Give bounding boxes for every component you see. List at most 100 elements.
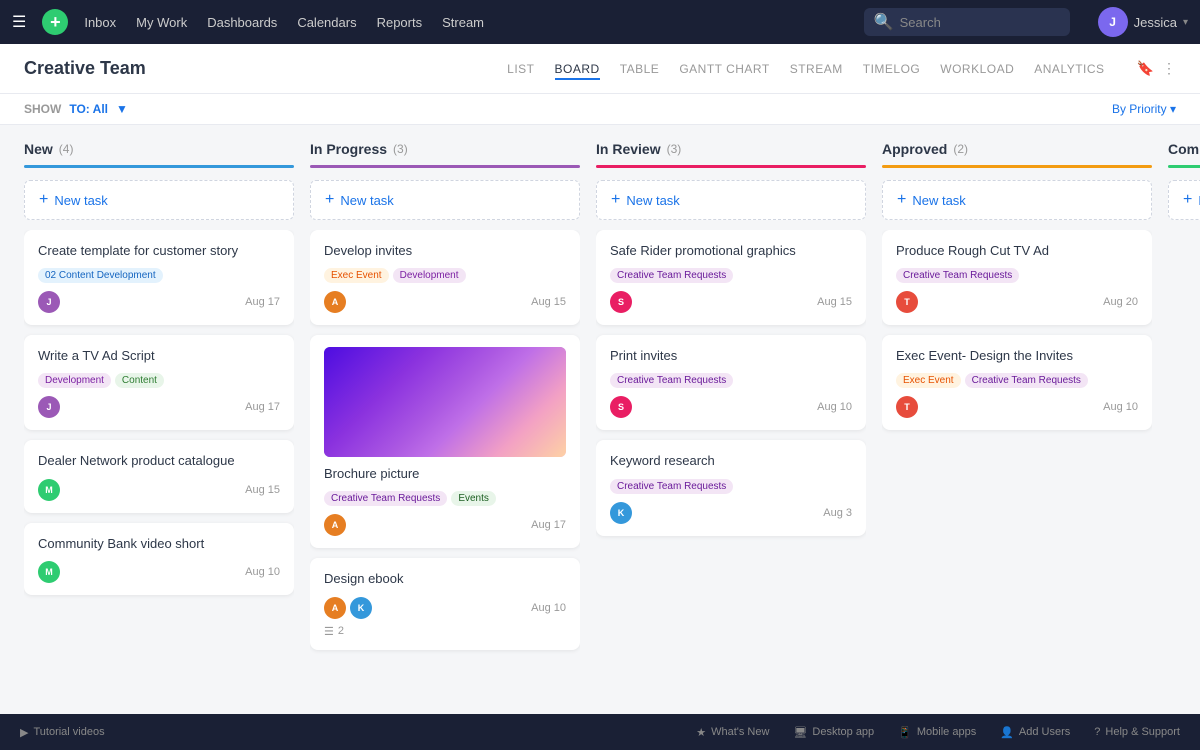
column-header-new: New (4)	[24, 141, 294, 168]
tab-workload[interactable]: WORKLOAD	[940, 58, 1014, 80]
task-card[interactable]: Create template for customer story02 Con…	[24, 230, 294, 325]
task-tag[interactable]: Exec Event	[324, 268, 389, 283]
tasks-list-in-progress: Develop invitesExec EventDevelopment A A…	[310, 230, 580, 698]
task-tags: Creative Team Requests	[896, 268, 1138, 283]
task-tag[interactable]: Creative Team Requests	[965, 373, 1088, 388]
task-tag[interactable]: Creative Team Requests	[610, 373, 733, 388]
avatar: J	[38, 396, 60, 418]
task-card[interactable]: Keyword researchCreative Team Requests K…	[596, 440, 866, 535]
column-indicator	[596, 165, 866, 168]
task-tags: Creative Team Requests	[610, 479, 852, 494]
top-navigation: ☰ + Inbox My Work Dashboards Calendars R…	[0, 0, 1200, 44]
column-indicator	[24, 165, 294, 168]
tab-analytics[interactable]: ANALYTICS	[1034, 58, 1104, 80]
task-card[interactable]: Print invitesCreative Team Requests S Au…	[596, 335, 866, 430]
task-date: Aug 17	[245, 401, 280, 413]
user-menu[interactable]: J Jessica ▾	[1098, 7, 1188, 37]
new-task-button-completed[interactable]: +New ta...	[1168, 180, 1200, 220]
whats-new-button[interactable]: ★ What's New	[696, 726, 769, 739]
filter-to-all[interactable]: TO: All	[69, 102, 108, 116]
tab-timelog[interactable]: TIMELOG	[863, 58, 921, 80]
task-card[interactable]: Dealer Network product catalogue M Aug 1…	[24, 440, 294, 512]
help-support-button[interactable]: ? Help & Support	[1094, 726, 1180, 738]
nav-calendars[interactable]: Calendars	[297, 15, 356, 30]
nav-items: Inbox My Work Dashboards Calendars Repor…	[84, 15, 484, 30]
task-date: Aug 15	[245, 484, 280, 496]
nav-dashboards[interactable]: Dashboards	[207, 15, 277, 30]
task-tag[interactable]: Events	[451, 491, 496, 506]
avatar: M	[38, 561, 60, 583]
task-card[interactable]: Community Bank video short M Aug 10	[24, 523, 294, 595]
play-icon: ▶	[20, 726, 28, 739]
task-tag[interactable]: Development	[393, 268, 466, 283]
task-footer: S Aug 10	[610, 396, 852, 418]
desktop-icon: 🖥	[793, 726, 807, 739]
task-avatars: M	[38, 561, 60, 583]
tasks-list-completed	[1168, 230, 1200, 698]
task-footer: K Aug 3	[610, 502, 852, 524]
mobile-apps-button[interactable]: 📱 Mobile apps	[898, 726, 976, 739]
avatar: M	[38, 479, 60, 501]
task-card[interactable]: Produce Rough Cut TV AdCreative Team Req…	[882, 230, 1152, 325]
tab-gantt-chart[interactable]: GANTT CHART	[679, 58, 769, 80]
column-indicator	[1168, 165, 1200, 168]
nav-reports[interactable]: Reports	[377, 15, 423, 30]
hamburger-icon[interactable]: ☰	[12, 12, 26, 32]
task-avatars: T	[896, 291, 918, 313]
filter-show-label: SHOW	[24, 102, 61, 116]
filter-icon[interactable]: ▼	[116, 102, 128, 116]
tab-board[interactable]: BOARD	[555, 58, 600, 80]
task-date: Aug 10	[531, 602, 566, 614]
add-users-button[interactable]: 👤 Add Users	[1000, 726, 1070, 739]
task-subtask-count: ☰ 2	[324, 625, 566, 638]
sort-priority-button[interactable]: By Priority ▾	[1112, 102, 1176, 116]
task-card[interactable]: Develop invitesExec EventDevelopment A A…	[310, 230, 580, 325]
task-avatars: A	[324, 514, 346, 536]
task-image	[324, 347, 566, 457]
column-header-in-progress: In Progress (3)	[310, 141, 580, 168]
column-count: (3)	[667, 142, 682, 156]
search-bar[interactable]: 🔍	[864, 8, 1070, 36]
new-task-button-approved[interactable]: +New task	[882, 180, 1152, 220]
create-button[interactable]: +	[42, 9, 68, 35]
more-options-icon[interactable]: ⋮	[1162, 60, 1176, 77]
column-count: (4)	[59, 142, 74, 156]
column-indicator	[310, 165, 580, 168]
task-card[interactable]: Exec Event- Design the InvitesExec Event…	[882, 335, 1152, 430]
task-tag[interactable]: Exec Event	[896, 373, 961, 388]
mobile-apps-label: Mobile apps	[917, 726, 976, 738]
avatar: J	[1098, 7, 1128, 37]
task-footer: T Aug 10	[896, 396, 1138, 418]
task-card[interactable]: Write a TV Ad ScriptDevelopmentContent J…	[24, 335, 294, 430]
bookmark-icon[interactable]: 🔖	[1137, 60, 1154, 77]
task-tag[interactable]: Content	[115, 373, 164, 388]
nav-mywork[interactable]: My Work	[136, 15, 187, 30]
task-footer: M Aug 15	[38, 479, 280, 501]
task-card[interactable]: Brochure pictureCreative Team RequestsEv…	[310, 335, 580, 548]
help-icon: ?	[1094, 726, 1100, 738]
nav-stream[interactable]: Stream	[442, 15, 484, 30]
task-card[interactable]: Design ebook AK Aug 10 ☰ 2	[310, 558, 580, 649]
task-title: Dealer Network product catalogue	[38, 452, 280, 470]
tab-table[interactable]: TABLE	[620, 58, 660, 80]
tab-stream[interactable]: STREAM	[790, 58, 843, 80]
task-tag[interactable]: Creative Team Requests	[610, 479, 733, 494]
new-task-button-new[interactable]: +New task	[24, 180, 294, 220]
search-input[interactable]	[900, 15, 1060, 30]
task-tag[interactable]: Development	[38, 373, 111, 388]
tutorial-videos-button[interactable]: ▶ Tutorial videos	[20, 726, 105, 739]
avatar: S	[610, 291, 632, 313]
new-task-button-in-review[interactable]: +New task	[596, 180, 866, 220]
tab-list[interactable]: LIST	[507, 58, 534, 80]
task-tag[interactable]: 02 Content Development	[38, 268, 163, 283]
whats-new-label: What's New	[711, 726, 769, 738]
board-container: New (4) +New task Create template for cust…	[0, 125, 1200, 714]
nav-inbox[interactable]: Inbox	[84, 15, 116, 30]
task-tag[interactable]: Creative Team Requests	[610, 268, 733, 283]
task-tag[interactable]: Creative Team Requests	[324, 491, 447, 506]
task-card[interactable]: Safe Rider promotional graphicsCreative …	[596, 230, 866, 325]
task-tag[interactable]: Creative Team Requests	[896, 268, 1019, 283]
desktop-app-button[interactable]: 🖥 Desktop app	[793, 726, 874, 739]
new-task-button-in-progress[interactable]: +New task	[310, 180, 580, 220]
task-tags: Creative Team Requests Events	[324, 491, 566, 506]
